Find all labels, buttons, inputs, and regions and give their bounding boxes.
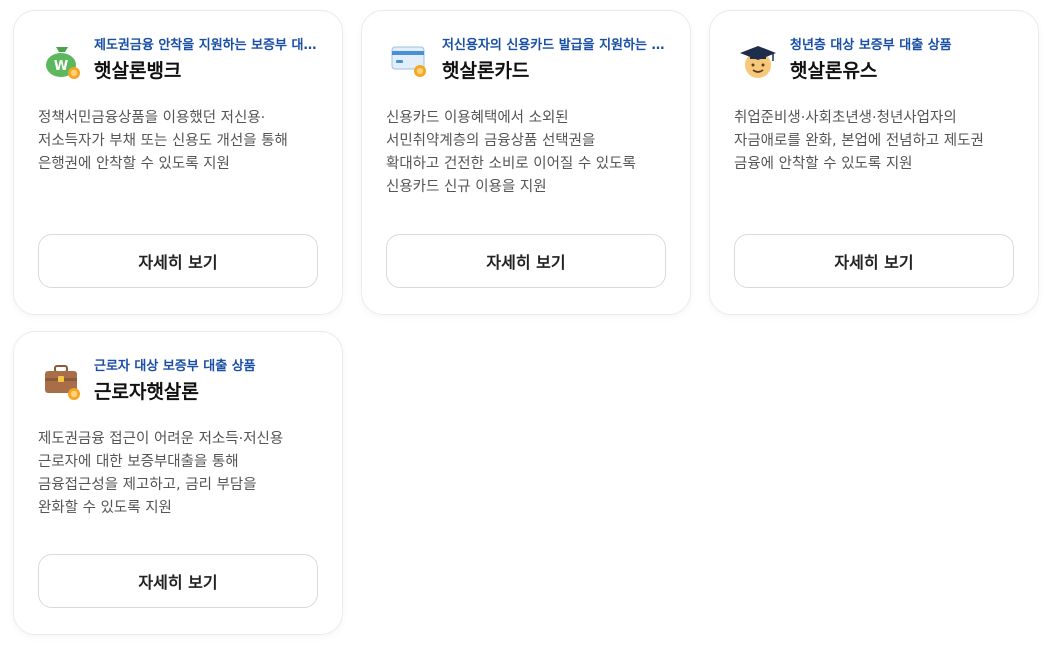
description-line: 정책서민금융상품을 이용했던 저신용·: [38, 110, 266, 126]
card-subtitle: 청년층 대상 보증부 대출 상품: [790, 38, 952, 53]
graduation-cap-icon: [738, 41, 778, 81]
description-line: 서민취약계층의 금융상품 선택권을: [386, 133, 596, 149]
description-line: 신용카드 이용혜택에서 소외된: [386, 110, 569, 126]
card-description: 취업준비생·사회초년생·청년사업자의 자금애로를 완화, 본업에 전념하고 제도…: [734, 107, 1018, 176]
card-title: 햇살론카드: [442, 60, 530, 82]
card-description: 제도권금융 접근이 어려운 저소득·저신용 근로자에 대한 보증부대출을 통해 …: [38, 428, 322, 520]
card-title: 햇살론뱅크: [94, 60, 182, 82]
card-description: 신용카드 이용혜택에서 소외된 서민취약계층의 금융상품 선택권을 확대하고 건…: [386, 107, 670, 199]
card-title: 햇살론유스: [790, 60, 878, 82]
money-bag-icon: W: [42, 41, 82, 81]
card-subtitle: 근로자 대상 보증부 대출 상품: [94, 359, 256, 374]
card-title: 근로자햇살론: [94, 381, 199, 403]
description-line: 완화할 수 있도록 지원: [38, 500, 172, 516]
svg-text:W: W: [54, 59, 68, 74]
card-subtitle: 제도권금융 안착을 지원하는 보증부 대출 상품: [94, 38, 322, 53]
description-line: 취업준비생·사회초년생·청년사업자의: [734, 110, 957, 126]
view-details-button[interactable]: 자세히 보기: [734, 234, 1014, 288]
description-line: 제도권금융 접근이 어려운 저소득·저신용: [38, 431, 284, 447]
product-card-sunshine-card: 저신용자의 신용카드 발급을 지원하는 보증 상품 햇살론카드 신용카드 이용혜…: [361, 10, 691, 315]
card-header: 근로자 대상 보증부 대출 상품 근로자햇살론: [14, 332, 342, 422]
product-card-worker-sunshine: 근로자 대상 보증부 대출 상품 근로자햇살론 제도권금융 접근이 어려운 저소…: [13, 331, 343, 635]
briefcase-icon: [42, 362, 82, 402]
card-header: 청년층 대상 보증부 대출 상품 햇살론유스: [710, 11, 1038, 101]
description-line: 근로자에 대한 보증부대출을 통해: [38, 454, 239, 470]
view-details-button[interactable]: 자세히 보기: [38, 554, 318, 608]
view-details-button[interactable]: 자세히 보기: [38, 234, 318, 288]
description-line: 신용카드 신규 이용을 지원: [386, 179, 547, 195]
view-details-button[interactable]: 자세히 보기: [386, 234, 666, 288]
card-description: 정책서민금융상품을 이용했던 저신용· 저소득자가 부채 또는 신용도 개선을 …: [38, 107, 322, 176]
description-line: 금융접근성을 제고하고, 금리 부담을: [38, 477, 257, 493]
card-header: W 제도권금융 안착을 지원하는 보증부 대출 상품 햇살론뱅크: [14, 11, 342, 101]
card-header: 저신용자의 신용카드 발급을 지원하는 보증 상품 햇살론카드: [362, 11, 690, 101]
description-line: 자금애로를 완화, 본업에 전념하고 제도권: [734, 133, 984, 149]
description-line: 은행권에 안착할 수 있도록 지원: [38, 156, 230, 172]
description-line: 금융에 안착할 수 있도록 지원: [734, 156, 913, 172]
product-card-sunshine-bank: W 제도권금융 안착을 지원하는 보증부 대출 상품 햇살론뱅크 정책서민금융상…: [13, 10, 343, 315]
description-line: 저소득자가 부채 또는 신용도 개선을 통해: [38, 133, 288, 149]
card-subtitle: 저신용자의 신용카드 발급을 지원하는 보증 상품: [442, 38, 670, 53]
credit-card-icon: [390, 41, 430, 81]
product-card-sunshine-youth: 청년층 대상 보증부 대출 상품 햇살론유스 취업준비생·사회초년생·청년사업자…: [709, 10, 1039, 315]
description-line: 확대하고 건전한 소비로 이어질 수 있도록: [386, 156, 636, 172]
